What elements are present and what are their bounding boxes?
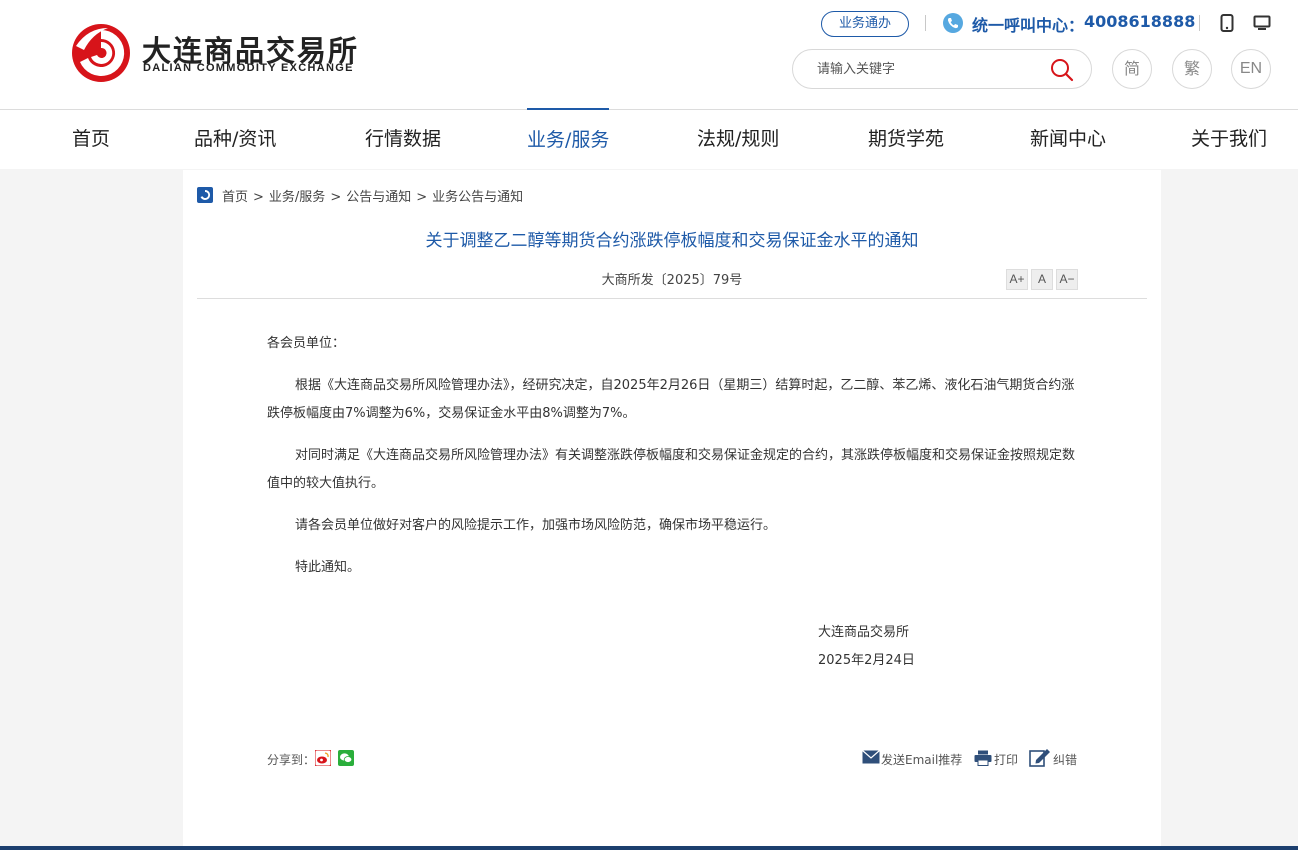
nav-item-academy[interactable]: 期货学苑 — [868, 110, 944, 169]
weibo-icon[interactable] — [315, 750, 331, 766]
article-title: 关于调整乙二醇等期货合约涨跌停板幅度和交易保证金水平的通知 — [425, 231, 919, 251]
hotline-label: 统一呼叫中心： — [972, 16, 1085, 35]
print-button[interactable]: 打印 — [974, 748, 1022, 768]
search-box — [792, 49, 1092, 89]
desktop-icon[interactable] — [1253, 15, 1271, 31]
edit-icon — [1029, 749, 1050, 767]
email-share-button[interactable]: 发送Email推荐 — [862, 748, 962, 768]
breadcrumb-item[interactable]: 业务/服务 — [269, 190, 325, 205]
mobile-icon[interactable] — [1220, 14, 1234, 32]
email-share-label: 发送Email推荐 — [881, 753, 963, 767]
print-label: 打印 — [994, 753, 1019, 767]
breadcrumb-separator: > — [253, 190, 264, 205]
lang-traditional-button[interactable]: 繁 — [1172, 49, 1212, 89]
home-icon — [197, 187, 213, 203]
nav-item-about[interactable]: 关于我们 — [1191, 110, 1267, 169]
lang-simplified-button[interactable]: 简 — [1112, 49, 1152, 89]
nav-item-products[interactable]: 品种/资讯 — [194, 110, 276, 169]
breadcrumb-separator: > — [416, 190, 428, 205]
correction-button[interactable]: 纠错 — [1029, 748, 1079, 770]
nav-item-market-data[interactable]: 行情数据 — [365, 110, 441, 169]
article-panel: 首页 > 业务/服务 > 公告与通知 > 业务公告与通知 关于调整乙二醇等期货合约涨跌停板幅… — [183, 170, 1161, 846]
footer-bar — [0, 846, 1298, 850]
breadcrumb-item[interactable]: 业务公告与通知 — [432, 190, 523, 205]
paragraph: 对同时满足《大连商品交易所风险管理办法》有关调整涨跌停板幅度和交易保证金规定的合… — [267, 448, 1076, 491]
divider — [925, 15, 926, 31]
breadcrumb-separator: > — [330, 190, 342, 205]
title-divider — [197, 298, 1147, 299]
printer-icon — [974, 750, 992, 766]
site-header: 大连商品交易所 DALIAN COMMODITY EXCHANGE 业务通办 统… — [0, 0, 1298, 110]
site-logo[interactable]: 大连商品交易所 DALIAN COMMODITY EXCHANGE — [70, 22, 390, 84]
search-icon[interactable] — [1050, 58, 1074, 82]
divider — [1199, 15, 1200, 31]
share-label: 分享到： — [267, 753, 316, 767]
logo-mark-icon — [72, 24, 130, 82]
search-input[interactable] — [817, 59, 1037, 79]
font-larger-button[interactable]: A+ — [1006, 269, 1028, 290]
signature-date: 2025年2月24日 — [818, 653, 915, 668]
signature-org: 大连商品交易所 — [818, 625, 910, 640]
paragraph: 根据《大连商品交易所风险管理办法》，经研究决定，自2025年2月26日（星期三）… — [267, 378, 1075, 421]
lang-english-button[interactable]: EN — [1231, 49, 1271, 89]
hotline-number[interactable]: 4008618888 — [1084, 12, 1195, 31]
phone-icon — [943, 13, 963, 33]
paragraph: 特此通知。 — [295, 560, 361, 575]
main-nav: 首页 品种/资讯 行情数据 业务/服务 法规/规则 期货学苑 新闻中心 关于我们 — [0, 108, 1298, 169]
font-smaller-button[interactable]: A− — [1056, 269, 1078, 290]
nav-item-regulations[interactable]: 法规/规则 — [697, 110, 779, 169]
correction-label: 纠错 — [1053, 753, 1078, 767]
breadcrumb-item[interactable]: 公告与通知 — [346, 190, 411, 205]
nav-item-business-service[interactable]: 业务/服务 — [527, 108, 610, 169]
nav-item-home[interactable]: 首页 — [72, 110, 110, 169]
salutation: 各会员单位： — [267, 336, 346, 351]
business-service-button[interactable]: 业务通办 — [821, 11, 909, 37]
font-normal-button[interactable]: A — [1031, 269, 1053, 290]
wechat-icon[interactable] — [338, 750, 354, 766]
logo-name-en: DALIAN COMMODITY EXCHANGE — [143, 62, 354, 74]
breadcrumb-item[interactable]: 首页 — [222, 190, 248, 205]
nav-item-news[interactable]: 新闻中心 — [1030, 110, 1106, 169]
email-icon — [862, 750, 880, 764]
paragraph: 请各会员单位做好对客户的风险提示工作，加强市场风险防范，确保市场平稳运行。 — [295, 518, 777, 533]
